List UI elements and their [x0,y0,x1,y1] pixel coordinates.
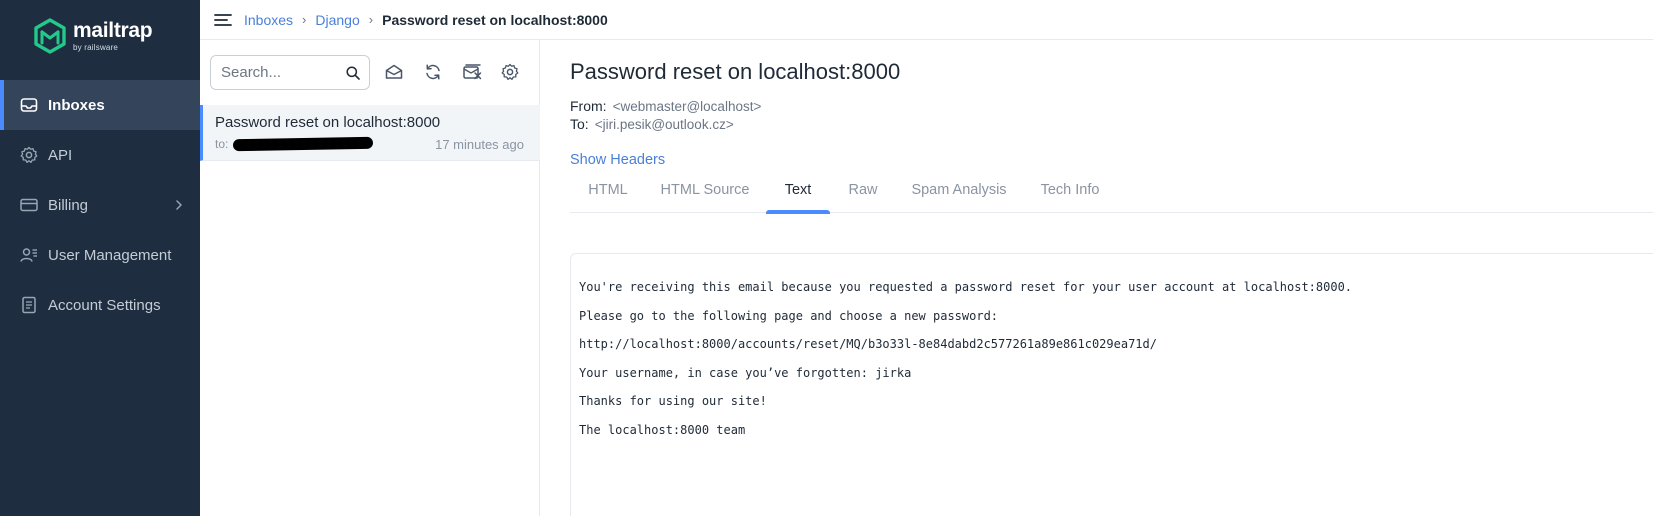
tab-tech-info[interactable]: Tech Info [1030,177,1110,213]
body-line: Please go to the following page and choo… [579,308,999,323]
sidebar-item-api[interactable]: API [0,130,200,180]
breadcrumb-django[interactable]: Django [315,12,359,28]
sidebar-nav: Inboxes API Billing User Management Acco… [0,80,200,330]
breadcrumb-separator: › [368,12,374,27]
credit-card-icon [19,195,39,215]
clear-inbox-icon [463,64,482,80]
message-tabs: HTML HTML Source Text Raw Spam Analysis … [570,177,1653,214]
reset-link[interactable]: http://localhost:8000/accounts/reset/MQ/… [579,337,1653,366]
message-item-time: 17 minutes ago [435,137,524,152]
tab-text[interactable]: Text [766,177,830,214]
gear-icon [19,145,39,165]
mailtrap-logo-icon [34,18,66,54]
redacted-recipient [232,136,374,152]
body-line: Your username, in case you’ve forgotten:… [579,365,912,380]
message-subject-title: Password reset on localhost:8000 [570,59,901,84]
sidebar-item-user-management[interactable]: User Management [0,230,200,280]
show-headers-link[interactable]: Show Headers [570,152,665,168]
breadcrumb-separator: › [302,12,307,27]
search-box [210,55,370,90]
message-list-item[interactable]: Password reset on localhost:8000 to: 17 … [200,105,540,161]
sidebar-item-account-settings[interactable]: Account Settings [0,280,200,330]
body-line: The localhost:8000 team [579,422,746,437]
message-item-subject: Password reset on localhost:8000 [215,114,441,131]
sidebar-item-label: API [48,146,73,164]
mailtrap-logo[interactable]: mailtrap by railsware [33,18,153,54]
body-line: Thanks for using our site! [579,394,767,408]
inbox-icon [19,95,39,115]
menu-toggle-icon[interactable] [214,11,232,29]
brand-name: mailtrap [73,19,153,42]
brand-sub: by railsware [73,43,119,52]
search-icon[interactable] [345,65,361,81]
inbox-settings-button[interactable] [498,60,522,84]
breadcrumb-inboxes[interactable]: Inboxes [244,12,293,28]
clear-inbox-button[interactable] [460,60,484,84]
message-list-pane: Password reset on localhost:8000 to: 17 … [200,40,540,516]
sidebar-item-billing[interactable]: Billing [0,180,200,230]
search-input[interactable] [221,64,341,81]
mark-read-button[interactable] [382,60,406,84]
refresh-icon [426,64,440,80]
sidebar-item-label: Account Settings [48,296,161,314]
sidebar-item-inboxes[interactable]: Inboxes [0,80,200,130]
tab-raw[interactable]: Raw [838,177,888,213]
message-detail: Password reset on localhost:8000 From: <w… [540,40,1653,516]
tab-spam-analysis[interactable]: Spam Analysis [904,177,1014,213]
users-icon [19,245,39,265]
tab-html-source[interactable]: HTML Source [650,177,760,213]
mark-read-icon [385,64,403,79]
from-label: From: [570,98,607,114]
refresh-button[interactable] [421,60,445,84]
message-item-to-label: to: [215,137,229,151]
to-label: To: [570,116,589,132]
from-row: From: <webmaster@localhost> [570,98,761,114]
sidebar: mailtrap by railsware Inboxes API Billin… [0,0,200,516]
sidebar-item-label: Billing [48,196,89,214]
document-icon [19,295,39,315]
breadcrumb-current: Password reset on localhost:8000 [382,11,608,28]
settings-icon [501,63,519,80]
body-line: You're receiving this email because you … [579,280,1353,294]
sidebar-item-label: Inboxes [48,96,105,114]
to-row: To: <jiri.pesik@outlook.cz> [570,116,734,132]
message-body: You're receiving this email because you … [570,253,1653,516]
chevron-right-icon [176,200,182,210]
tab-html[interactable]: HTML [570,177,646,213]
from-value: <webmaster@localhost> [612,99,762,114]
sidebar-item-label: User Management [48,246,172,264]
breadcrumb: Inboxes › Django › Password reset on loc… [200,0,1653,40]
to-value: <jiri.pesik@outlook.cz> [594,117,734,132]
